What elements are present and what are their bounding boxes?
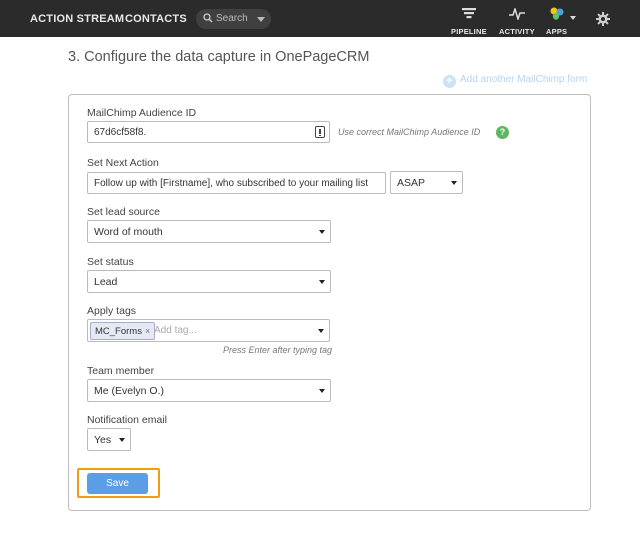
audience-id-input[interactable]: 67d6cf58f8. (87, 121, 330, 143)
help-icon[interactable]: ? (496, 126, 509, 139)
notification-email-value: Yes (94, 434, 112, 446)
add-another-form-label: Add another MailChimp form (460, 74, 588, 85)
nav-activity[interactable]: ACTIVITY (499, 6, 535, 36)
tags-hint: Press Enter after typing tag (223, 345, 333, 355)
apps-chevron-down-icon[interactable] (570, 16, 576, 20)
nav-contacts[interactable]: CONTACTS (125, 13, 187, 25)
lead-source-value: Word of mouth (94, 226, 163, 238)
chevron-down-icon (451, 181, 457, 185)
plus-icon: + (443, 75, 456, 88)
next-action-timing-value: ASAP (397, 177, 426, 189)
audience-id-label: MailChimp Audience ID (87, 107, 197, 119)
nav-action-stream[interactable]: ACTION STREAM (30, 13, 124, 25)
status-label: Set status (87, 256, 134, 268)
next-action-label: Set Next Action (87, 157, 159, 169)
status-value: Lead (94, 276, 118, 288)
warning-icon (315, 126, 325, 138)
search-icon (203, 13, 213, 23)
tag-chip[interactable]: MC_Forms × (90, 322, 156, 340)
nav-pipeline-label: PIPELINE (451, 27, 487, 36)
tag-remove-icon[interactable]: × (145, 326, 150, 336)
page-title: 3. Configure the data capture in OnePage… (68, 49, 370, 65)
tag-chip-label: MC_Forms (95, 326, 142, 337)
chevron-down-icon (319, 230, 325, 234)
apps-icon (550, 7, 564, 20)
lead-source-label: Set lead source (87, 206, 160, 218)
next-action-input[interactable]: Follow up with [Firstname], who subscrib… (87, 172, 386, 194)
notification-email-select[interactable]: Yes (87, 428, 131, 451)
activity-icon (508, 6, 525, 22)
nav-apps-label: APPS (546, 27, 568, 36)
chevron-down-icon (257, 17, 265, 22)
nav-pipeline[interactable]: PIPELINE (451, 7, 487, 36)
chevron-down-icon (318, 329, 324, 333)
audience-id-hint: Use correct MailChimp Audience ID (338, 127, 481, 137)
nav-activity-label: ACTIVITY (499, 27, 535, 36)
status-select[interactable]: Lead (87, 270, 331, 293)
next-action-timing-select[interactable]: ASAP (390, 171, 463, 194)
add-another-form-link[interactable]: + Add another MailChimp form (443, 74, 587, 88)
nav-apps[interactable]: APPS (546, 7, 567, 36)
save-button[interactable]: Save (87, 473, 148, 494)
search-box[interactable]: Search (196, 9, 271, 29)
team-member-label: Team member (87, 365, 155, 377)
pipeline-icon (461, 8, 476, 19)
tags-label: Apply tags (87, 305, 137, 317)
search-placeholder: Search (216, 13, 248, 24)
tags-input[interactable]: MC_Forms × Add tag... (87, 319, 330, 342)
tag-placeholder: Add tag... (154, 325, 197, 336)
notification-email-label: Notification email (87, 414, 167, 426)
audience-id-value: 67d6cf58f8. (94, 127, 147, 138)
team-member-value: Me (Evelyn O.) (94, 385, 165, 397)
chevron-down-icon (319, 389, 325, 393)
top-nav-bar: ACTION STREAM CONTACTS Search PIPELINE A… (0, 0, 640, 37)
gear-icon[interactable] (596, 12, 610, 26)
lead-source-select[interactable]: Word of mouth (87, 220, 331, 243)
chevron-down-icon (319, 280, 325, 284)
team-member-select[interactable]: Me (Evelyn O.) (87, 379, 331, 402)
chevron-down-icon (119, 438, 125, 442)
